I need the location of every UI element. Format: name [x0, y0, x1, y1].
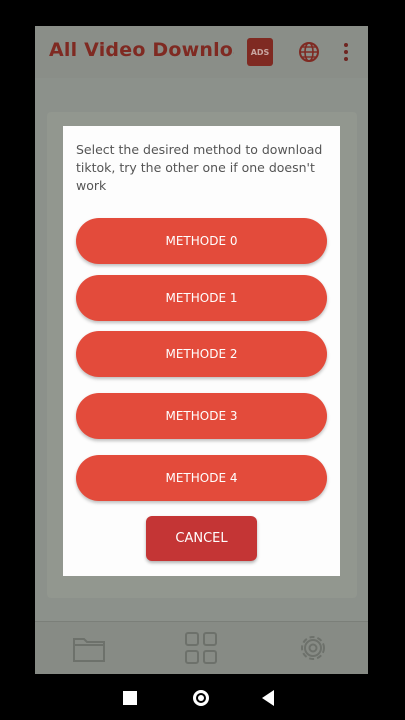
globe-icon[interactable] — [298, 41, 320, 63]
folder-icon[interactable] — [71, 630, 107, 666]
method-4-button[interactable]: METHODE 4 — [76, 455, 327, 501]
cancel-button[interactable]: CANCEL — [146, 516, 257, 561]
grid-icon[interactable] — [183, 630, 219, 666]
app-title: All Video Downloa... — [49, 39, 234, 61]
method-0-button[interactable]: METHODE 0 — [76, 218, 327, 264]
system-nav-bar — [0, 676, 405, 720]
recents-square-icon[interactable] — [123, 691, 137, 705]
back-triangle-icon[interactable] — [262, 690, 274, 706]
gear-icon[interactable] — [295, 630, 331, 666]
ads-badge-icon[interactable]: ADS — [247, 38, 273, 66]
home-circle-icon[interactable] — [193, 690, 209, 706]
more-vert-icon[interactable] — [341, 40, 351, 64]
download-method-dialog: Select the desired method to download ti… — [63, 126, 340, 576]
method-3-button[interactable]: METHODE 3 — [76, 393, 327, 439]
method-1-button[interactable]: METHODE 1 — [76, 275, 327, 321]
app-bar: All Video Downloa... ADS — [35, 26, 368, 78]
bottom-navigation — [35, 621, 368, 674]
dialog-message: Select the desired method to download ti… — [76, 142, 323, 193]
method-2-button[interactable]: METHODE 2 — [76, 331, 327, 377]
